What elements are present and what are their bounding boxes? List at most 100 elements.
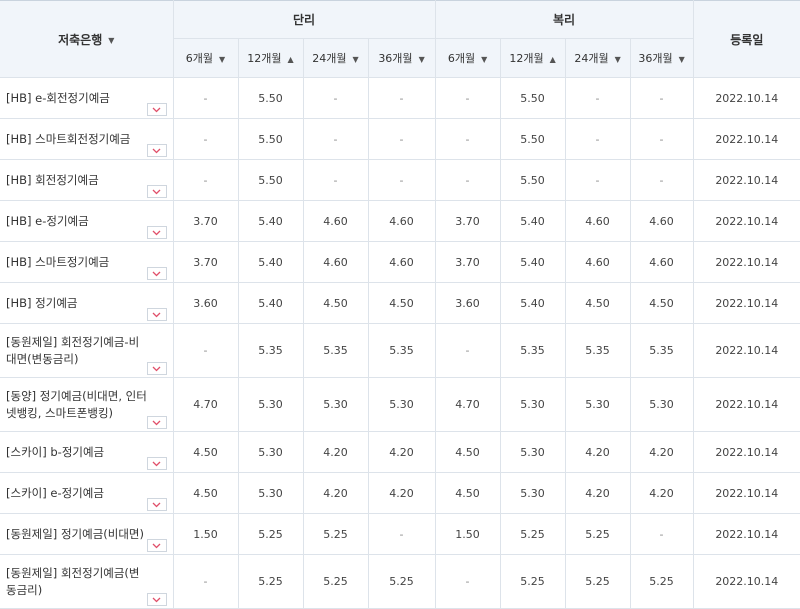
rate-cell-simple: - [368, 118, 436, 160]
product-name[interactable]: [HB] 회전정기예금 [6, 172, 149, 189]
sort-icon[interactable]: ▼ [353, 55, 359, 64]
rate-cell-compound: 4.20 [565, 472, 631, 514]
product-name[interactable]: [HB] e-회전정기예금 [6, 90, 149, 107]
rate-cell-simple: 5.25 [303, 554, 369, 609]
sort-icon[interactable]: ▼ [419, 55, 425, 64]
product-name[interactable]: [스카이] b-정기예금 [6, 444, 149, 461]
rate-cell-simple: 5.35 [368, 323, 436, 378]
product-name-cell: [HB] 회전정기예금 [0, 159, 174, 201]
rate-cell-compound: 5.25 [500, 554, 566, 609]
chevron-down-icon [152, 312, 161, 317]
product-name[interactable]: [동양] 정기예금(비대면, 인터넷뱅킹, 스마트폰뱅킹) [6, 388, 149, 422]
rate-cell-simple: 5.50 [238, 118, 304, 160]
expand-toggle-button[interactable] [146, 539, 167, 552]
rate-cell-compound: 4.20 [630, 472, 694, 514]
rate-cell-simple: - [368, 77, 436, 119]
chevron-down-icon [152, 420, 161, 425]
rate-cell-compound: 5.50 [500, 118, 566, 160]
rate-cell-simple: 4.50 [368, 282, 436, 324]
term-label: 24개월 [312, 52, 347, 65]
sort-icon[interactable]: ▼ [481, 55, 487, 64]
expand-toggle-button[interactable] [146, 362, 167, 375]
expand-toggle-button[interactable] [146, 103, 167, 116]
term-header-compound[interactable]: 6개월 ▼ [435, 38, 501, 78]
rate-cell-simple: - [303, 159, 369, 201]
rate-cell-simple: 4.70 [173, 377, 239, 432]
expand-toggle-button[interactable] [146, 144, 167, 157]
term-header-simple[interactable]: 12개월 ▲ [238, 38, 304, 78]
product-name[interactable]: [HB] 스마트정기예금 [6, 254, 149, 271]
rate-cell-simple: 3.70 [173, 241, 239, 283]
sort-icon[interactable]: ▼ [108, 36, 114, 45]
product-name-cell: [HB] e-정기예금 [0, 200, 174, 242]
bank-column-header[interactable]: 저축은행 ▼ [0, 0, 174, 78]
term-header-simple[interactable]: 24개월 ▼ [303, 38, 369, 78]
expand-toggle-button[interactable] [146, 185, 167, 198]
rate-cell-simple: - [303, 77, 369, 119]
rate-cell-compound: - [630, 159, 694, 201]
expand-toggle-button[interactable] [146, 457, 167, 470]
rate-cell-simple: - [173, 77, 239, 119]
rate-cell-simple: - [173, 159, 239, 201]
rate-cell-simple: 5.35 [303, 323, 369, 378]
term-label: 12개월 [509, 52, 544, 65]
rate-cell-compound: 5.25 [565, 513, 631, 555]
rate-cell-simple: 4.50 [303, 282, 369, 324]
rate-cell-simple: 5.35 [238, 323, 304, 378]
table-row: [동원제일] 정기예금(비대면) 1.50 5.25 5.25-1.50 5.25 5.2… [0, 513, 800, 555]
term-label: 24개월 [574, 52, 609, 65]
rate-cell-simple: 3.60 [173, 282, 239, 324]
rate-cell-compound: 4.60 [630, 200, 694, 242]
rate-cell-compound: 4.60 [565, 241, 631, 283]
expand-toggle-button[interactable] [146, 498, 167, 511]
product-name-cell: [HB] 스마트회전정기예금 [0, 118, 174, 160]
product-name[interactable]: [HB] e-정기예금 [6, 213, 149, 230]
rate-cell-simple: 5.30 [303, 377, 369, 432]
rate-cell-simple: 4.60 [368, 241, 436, 283]
sort-icon[interactable]: ▼ [615, 55, 621, 64]
product-name[interactable]: [동원제일] 회전정기예금-비대면(변동금리) [6, 334, 149, 368]
sort-icon[interactable]: ▼ [679, 55, 685, 64]
registered-date-cell: 2022.10.14 [693, 323, 800, 378]
compound-interest-header: 복리 [435, 0, 694, 39]
bank-header-label: 저축은행 [58, 32, 103, 47]
expand-toggle-button[interactable] [146, 593, 167, 606]
table-row: [HB] 스마트회전정기예금 -5.50- - -5.50- -2022.10.14 [0, 118, 800, 160]
expand-toggle-button[interactable] [146, 308, 167, 321]
product-name-cell: [동원제일] 회전정기예금(변동금리) [0, 554, 174, 609]
rate-cell-simple: 5.30 [368, 377, 436, 432]
rate-cell-compound: - [435, 77, 501, 119]
term-header-simple[interactable]: 36개월 ▼ [368, 38, 436, 78]
product-name[interactable]: [HB] 스마트회전정기예금 [6, 131, 149, 148]
product-name[interactable]: [동원제일] 정기예금(비대면) [6, 526, 149, 543]
rate-cell-simple: - [173, 118, 239, 160]
rate-cell-simple: 4.20 [303, 431, 369, 473]
rate-cell-simple: 4.20 [303, 472, 369, 514]
term-header-simple[interactable]: 6개월 ▼ [173, 38, 239, 78]
rate-cell-simple: 5.30 [238, 431, 304, 473]
table-row: [스카이] b-정기예금 4.50 5.30 4.20 4.20 4.50 5.30 4.20… [0, 431, 800, 473]
sort-icon[interactable]: ▼ [219, 55, 225, 64]
term-header-compound[interactable]: 36개월 ▼ [630, 38, 694, 78]
rate-cell-compound: 5.35 [630, 323, 694, 378]
rate-cell-simple: 4.60 [303, 241, 369, 283]
rate-cell-compound: 5.30 [500, 472, 566, 514]
sort-icon[interactable]: ▲ [288, 55, 294, 64]
term-header-compound[interactable]: 24개월 ▼ [565, 38, 631, 78]
product-name-cell: [동양] 정기예금(비대면, 인터넷뱅킹, 스마트폰뱅킹) [0, 377, 174, 432]
rate-cell-compound: - [630, 118, 694, 160]
term-header-compound[interactable]: 12개월 ▲ [500, 38, 566, 78]
rate-cell-compound: - [630, 513, 694, 555]
rate-cell-compound: - [565, 159, 631, 201]
table-row: [동원제일] 회전정기예금-비대면(변동금리) -5.35 5.35 5.35-5.3… [0, 323, 800, 378]
expand-toggle-button[interactable] [146, 267, 167, 280]
sort-icon[interactable]: ▲ [550, 55, 556, 64]
rate-cell-compound: 3.60 [435, 282, 501, 324]
rate-cell-compound: 1.50 [435, 513, 501, 555]
expand-toggle-button[interactable] [146, 226, 167, 239]
product-name[interactable]: [스카이] e-정기예금 [6, 485, 149, 502]
expand-toggle-button[interactable] [146, 416, 167, 429]
product-name[interactable]: [HB] 정기예금 [6, 295, 149, 312]
product-name[interactable]: [동원제일] 회전정기예금(변동금리) [6, 565, 149, 599]
rate-cell-compound: 4.50 [565, 282, 631, 324]
